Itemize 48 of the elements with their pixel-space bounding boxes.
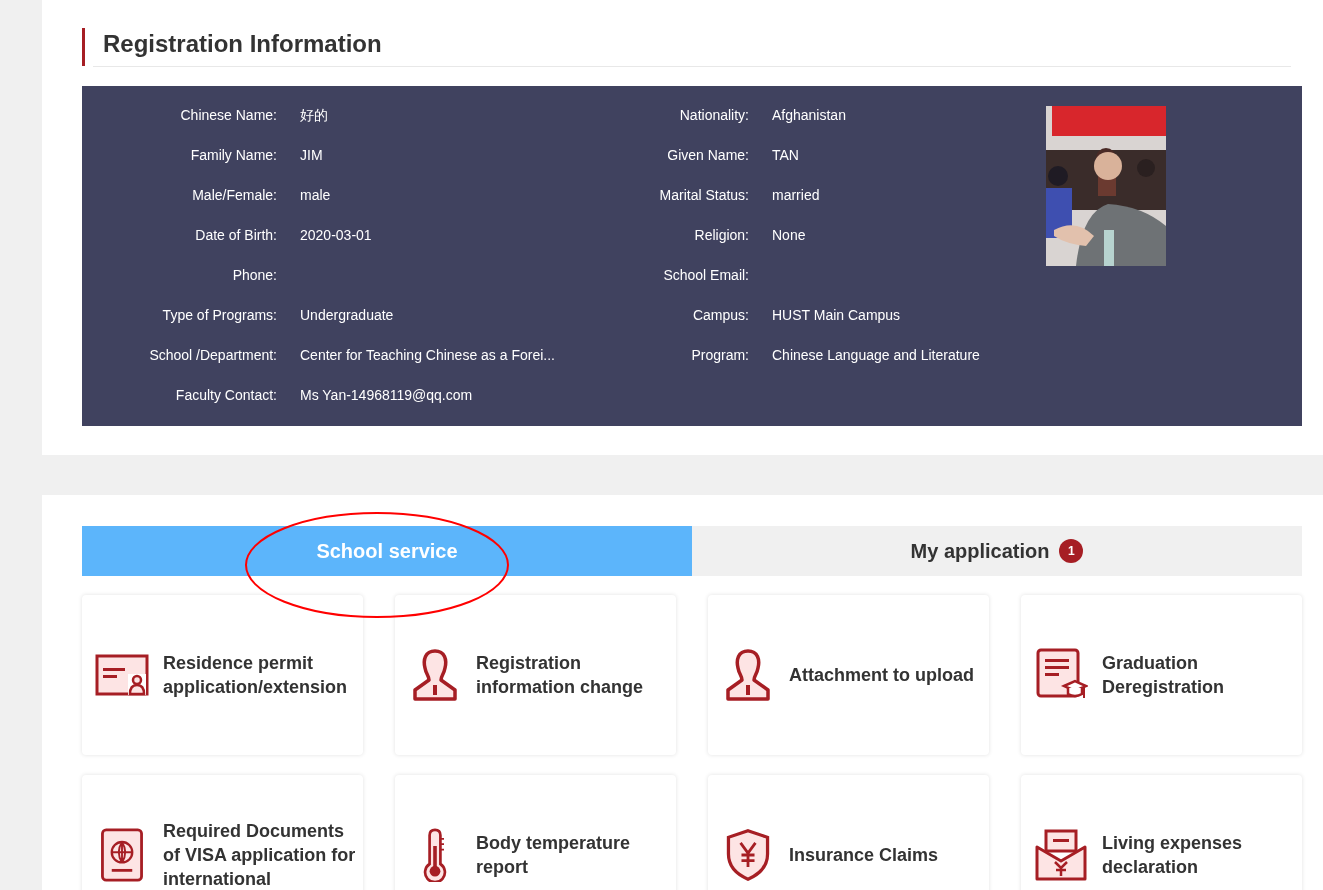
- service-label: Required Documents of VISA application for international: [163, 820, 357, 890]
- field-label: Chinese Name:: [179, 106, 277, 124]
- service-label: Registration information change: [476, 652, 644, 699]
- field-label: Given Name:: [666, 146, 749, 164]
- field-value: 2020-03-01: [300, 226, 372, 244]
- count-badge: 1: [1059, 539, 1084, 563]
- service-card[interactable]: Insurance Claims: [708, 775, 989, 890]
- field-label: School /Department:: [148, 346, 277, 364]
- field-value: male: [300, 186, 331, 204]
- service-label: Body temperature report: [476, 832, 632, 879]
- envelope-icon: [1034, 828, 1088, 882]
- field-label: Date of Birth:: [194, 226, 277, 244]
- section-title: Registration Information: [82, 28, 1302, 66]
- service-label: Insurance Claims: [789, 844, 940, 867]
- service-card[interactable]: Graduation Deregistration: [1021, 595, 1302, 755]
- field-label: Marital Status:: [658, 186, 749, 204]
- service-label: Attachment to upload: [789, 664, 975, 687]
- service-card[interactable]: Residence permit application/extension: [82, 595, 363, 755]
- service-label: Residence permit application/extension: [163, 652, 349, 699]
- service-label: Living expenses declaration: [1102, 832, 1244, 879]
- service-card[interactable]: Registration information change: [395, 595, 676, 755]
- field-value: Chinese Language and Literature: [772, 346, 980, 364]
- field-label: Program:: [690, 346, 749, 364]
- field-label: Family Name:: [189, 146, 277, 164]
- field-label: Campus:: [691, 306, 749, 324]
- service-card[interactable]: Body temperature report: [395, 775, 676, 890]
- field-label: Faculty Contact:: [174, 386, 277, 404]
- field-label: School Email:: [662, 266, 749, 284]
- field-value: TAN: [772, 146, 799, 164]
- field-value: HUST Main Campus: [772, 306, 901, 324]
- field-value: Center for Teaching Chinese as a Forei...: [300, 346, 555, 364]
- field-value: Ms Yan-14968119@qq.com: [300, 386, 473, 404]
- field-label: Type of Programs:: [161, 306, 277, 324]
- field-label: Phone:: [231, 266, 277, 284]
- tab[interactable]: My application 1: [692, 526, 1302, 576]
- field-value: JIM: [300, 146, 323, 164]
- field-value: 好的: [300, 106, 328, 124]
- service-card[interactable]: Attachment to upload: [708, 595, 989, 755]
- field-label: Male/Female:: [191, 186, 277, 204]
- field-value: married: [772, 186, 820, 204]
- service-label: Graduation Deregistration: [1102, 652, 1226, 699]
- field-value: Undergraduate: [300, 306, 394, 324]
- field-value: None: [772, 226, 806, 244]
- service-card[interactable]: Required Documents of VISA application for international: [82, 775, 363, 890]
- field-value: Afghanistan: [772, 106, 846, 124]
- service-card[interactable]: Living expenses declaration: [1021, 775, 1302, 890]
- field-label: Religion:: [693, 226, 749, 244]
- field-label: Nationality:: [678, 106, 749, 124]
